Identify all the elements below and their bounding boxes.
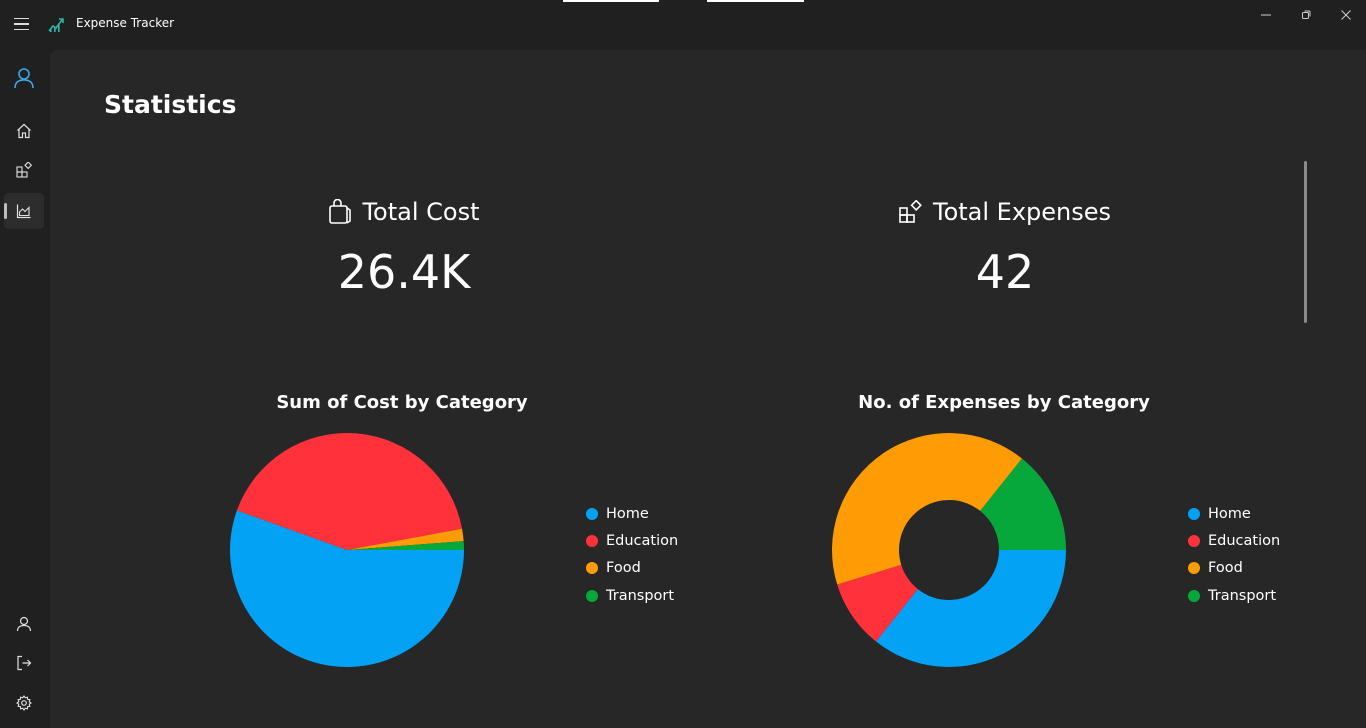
selection-indicator	[4, 203, 7, 219]
sign-out-icon	[17, 655, 32, 671]
legend-item-education[interactable]: Education	[586, 527, 678, 554]
statistics-page: Statistics Total Cost 26.4K Total Expens…	[50, 50, 1366, 728]
nav-statistics[interactable]	[4, 193, 44, 229]
legend-marker	[1188, 507, 1200, 520]
drag-region-indicator	[563, 0, 804, 2]
total-expenses-card: Total Expenses 42	[805, 195, 1205, 299]
count-donut-chart	[832, 433, 1066, 667]
app-logo-icon	[48, 18, 64, 32]
legend-marker	[1188, 589, 1200, 602]
legend-marker	[586, 534, 598, 547]
cost-chart-legend: Home Education Food Transport	[586, 500, 678, 609]
total-expenses-value: 42	[975, 245, 1035, 299]
legend-item-transport[interactable]: Transport	[586, 582, 678, 609]
legend-marker	[586, 589, 598, 602]
nav-sign-out[interactable]	[4, 645, 44, 681]
total-expenses-label: Total Expenses	[932, 198, 1112, 226]
legend-label: Education	[1208, 532, 1281, 549]
page-title: Statistics	[104, 90, 237, 119]
minimize-icon	[1261, 14, 1271, 16]
nav-account[interactable]	[4, 60, 44, 96]
home-icon	[17, 123, 31, 139]
cost-pie-chart	[229, 432, 464, 667]
person-icon	[14, 68, 34, 89]
nav-settings[interactable]	[4, 685, 44, 721]
nav-profile[interactable]	[4, 606, 44, 642]
legend-label: Transport	[606, 587, 675, 604]
total-cost-card: Total Cost 26.4K	[204, 195, 604, 299]
apps-add-icon	[16, 162, 32, 178]
total-cost-label: Total Cost	[362, 198, 480, 226]
legend-item-transport[interactable]: Transport	[1188, 582, 1280, 609]
count-chart-title: No. of Expenses by Category	[858, 392, 1150, 413]
nav-expenses[interactable]	[4, 152, 44, 188]
shopping-bag-icon	[329, 199, 352, 224]
apps-add-icon	[899, 200, 922, 223]
total-cost-value: 26.4K	[337, 245, 471, 299]
area-chart-icon	[16, 204, 31, 219]
close-button[interactable]	[1323, 0, 1366, 30]
count-chart-legend: Home Education Food Transport	[1188, 500, 1280, 609]
legend-label: Home	[1208, 505, 1251, 522]
title-bar: Expense Tracker	[0, 0, 1366, 48]
legend-item-education[interactable]: Education	[1188, 527, 1280, 554]
navigation-pane	[0, 48, 50, 728]
legend-label: Food	[606, 560, 641, 577]
legend-item-food[interactable]: Food	[1188, 555, 1280, 582]
close-icon	[1341, 10, 1351, 20]
vertical-scrollbar[interactable]	[1304, 161, 1307, 323]
legend-label: Education	[606, 532, 679, 549]
legend-marker	[1188, 534, 1200, 547]
menu-icon[interactable]	[14, 14, 34, 34]
person-icon	[16, 616, 32, 632]
legend-label: Transport	[1208, 587, 1277, 604]
legend-label: Home	[606, 505, 649, 522]
app-title: Expense Tracker	[76, 16, 175, 30]
cost-chart-title: Sum of Cost by Category	[276, 392, 528, 413]
legend-marker	[1188, 562, 1200, 575]
nav-home[interactable]	[4, 113, 44, 149]
restore-icon	[1302, 10, 1311, 19]
legend-item-home[interactable]: Home	[1188, 500, 1280, 527]
legend-marker	[586, 562, 598, 575]
gear-icon	[16, 695, 32, 711]
legend-marker	[586, 507, 598, 520]
legend-item-food[interactable]: Food	[586, 555, 678, 582]
legend-label: Food	[1208, 560, 1243, 577]
legend-item-home[interactable]: Home	[586, 500, 678, 527]
slice-home[interactable]	[876, 550, 1066, 667]
